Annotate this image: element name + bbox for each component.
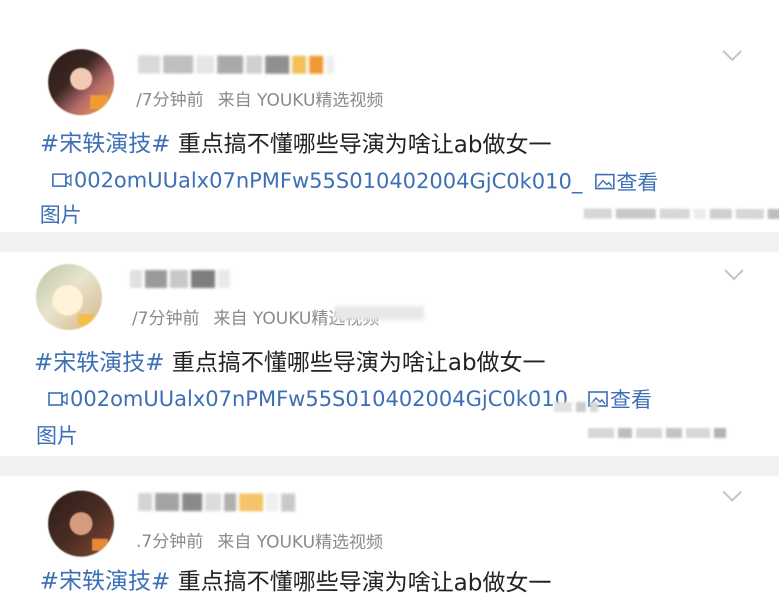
post-card: /7分钟前 来自 YOUKU精选视频 #宋轶演技# 重点搞不懂哪些导演为啥让ab做… — [0, 34, 779, 230]
post-text: 重点搞不懂哪些导演为啥让ab做女一 — [164, 350, 546, 376]
post-separator — [0, 456, 779, 476]
post-card: /7分钟前 来自 YOUKU精选视频 #宋轶演技# 重点搞不懂哪些导演为啥让ab做… — [0, 254, 775, 450]
username-blurred[interactable] — [138, 489, 296, 516]
view-picture-link[interactable]: 查看 — [610, 384, 652, 414]
post-time: /7分钟前 — [136, 90, 204, 111]
post-content: #宋轶演技# 重点搞不懂哪些导演为啥让ab做女一 — [40, 127, 740, 163]
post-source[interactable]: 来自 YOUKU精选视频 — [218, 91, 384, 111]
meta-blur — [334, 306, 424, 320]
blurred-strip — [588, 428, 726, 438]
post-card: .7分钟前 来自 YOUKU精选视频 #宋轶演技# 重点搞不懂哪些导演为啥让ab做… — [0, 476, 779, 604]
post-content: #宋轶演技# 重点搞不懂哪些导演为啥让ab做女一 — [34, 346, 734, 380]
post-time: /7分钟前 — [132, 309, 200, 329]
post-text: 重点搞不懂哪些导演为啥让ab做女一 — [170, 569, 552, 597]
post-time: .7分钟前 — [135, 531, 204, 553]
post-source[interactable]: 来自 YOUKU精选视频 — [217, 532, 383, 553]
post-meta: /7分钟前 来自 YOUKU精选视频 — [136, 85, 383, 111]
weibo-feed: /7分钟前 来自 YOUKU精选视频 #宋轶演技# 重点搞不懂哪些导演为啥让ab做… — [0, 0, 779, 604]
hashtag-link[interactable]: #宋轶演技# — [34, 350, 165, 376]
chevron-down-icon[interactable] — [721, 49, 743, 63]
blurred-strip — [583, 208, 779, 220]
chevron-down-icon[interactable] — [723, 268, 745, 282]
post-content: #宋轶演技# 重点搞不懂哪些导演为啥让ab做女一 — [40, 564, 740, 601]
blurred-strip — [554, 402, 598, 412]
view-picture-link-tail[interactable]: 图片 — [36, 420, 78, 450]
avatar[interactable] — [36, 264, 102, 330]
post-text: 重点搞不懂哪些导演为啥让ab做女一 — [170, 131, 552, 159]
video-link-line: 002omUUalx07nPMFw55S010402004GjC0k010_ 查… — [52, 165, 659, 197]
avatar[interactable] — [47, 490, 115, 557]
video-link[interactable]: 002omUUalx07nPMFw55S010402004GjC0k010_ — [74, 168, 583, 193]
post-meta: .7分钟前 来自 YOUKU精选视频 — [136, 527, 383, 553]
username-blurred[interactable] — [130, 266, 230, 292]
video-link[interactable]: 002omUUalx07nPMFw55S010402004GjC0k010 — [70, 387, 568, 411]
post-separator — [0, 232, 779, 252]
video-link-icon — [52, 173, 72, 187]
hashtag-link[interactable]: #宋轶演技# — [40, 131, 171, 157]
video-link-icon — [48, 392, 68, 406]
username-blurred[interactable] — [138, 51, 335, 78]
chevron-down-icon[interactable] — [721, 489, 743, 503]
picture-icon — [594, 173, 615, 190]
avatar[interactable] — [48, 49, 115, 116]
view-picture-link[interactable]: 查看 — [616, 167, 658, 197]
view-picture-link-tail[interactable]: 图片 — [40, 199, 82, 229]
hashtag-link[interactable]: #宋轶演技# — [40, 568, 171, 595]
